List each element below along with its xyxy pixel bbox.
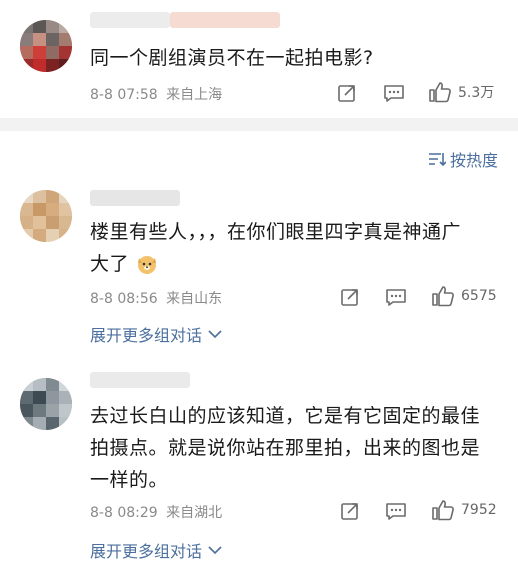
comment-text: 楼里有些人，，，在你们眼里四字真是神通广 大了 <box>90 216 510 280</box>
comment-text-line: 楼里有些人，，，在你们眼里四字真是神通广 <box>90 221 462 243</box>
share-button[interactable] <box>340 501 360 521</box>
share-icon <box>338 85 355 102</box>
comment-icon <box>384 85 404 102</box>
like-icon <box>432 286 454 307</box>
comment-button[interactable] <box>383 83 405 103</box>
section-divider <box>0 118 518 131</box>
share-button[interactable] <box>340 287 360 307</box>
sort-icon <box>429 153 446 167</box>
comment-meta: 8-8 07:58 来自上海 <box>90 84 222 104</box>
username-blurred[interactable] <box>90 190 180 206</box>
username-blurred[interactable] <box>90 372 190 388</box>
username-blurred[interactable] <box>90 12 170 28</box>
comment-text-line: 大了 <box>90 248 510 280</box>
like-count: 7952 <box>461 502 497 518</box>
comment-icon <box>386 289 406 306</box>
like-icon <box>432 500 454 521</box>
avatar[interactable] <box>20 378 72 430</box>
comment-time: 8-8 07:58 <box>90 87 158 103</box>
comment-time: 8-8 08:29 <box>90 505 158 521</box>
username-blurred <box>170 12 280 28</box>
comment-text-line: 拍摄点。就是说你站在那里拍，出来的图也是 <box>90 437 481 459</box>
comment-meta: 8-8 08:29 来自湖北 <box>90 502 222 522</box>
share-icon <box>341 289 358 306</box>
comment-text: 去过长白山的应该知道，它是有它固定的最佳 拍摄点。就是说你站在那里拍，出来的图也… <box>90 400 510 496</box>
comment-location: 来自山东 <box>166 291 223 307</box>
expand-conversation-label: 展开更多组对话 <box>90 542 203 561</box>
sort-toggle[interactable]: 按热度 <box>428 147 498 171</box>
share-icon <box>341 503 358 520</box>
like-icon <box>429 82 451 103</box>
like-button[interactable]: 5.3万 <box>428 81 494 103</box>
expand-conversation-link[interactable]: 展开更多组对话 <box>90 322 222 346</box>
comment-location: 来自湖北 <box>166 505 223 521</box>
comment-text-line: 去过长白山的应该知道，它是有它固定的最佳 <box>90 405 481 427</box>
comment-button[interactable] <box>385 501 407 521</box>
like-count: 6575 <box>461 288 497 304</box>
comment-meta: 8-8 08:56 来自山东 <box>90 288 222 308</box>
comment-button[interactable] <box>385 287 407 307</box>
like-button[interactable]: 7952 <box>431 499 497 521</box>
expand-conversation-label: 展开更多组对话 <box>90 326 203 345</box>
chevron-down-icon <box>208 546 222 555</box>
comment-time: 8-8 08:56 <box>90 291 158 307</box>
like-button[interactable]: 6575 <box>431 285 497 307</box>
comment-location: 来自上海 <box>166 87 223 103</box>
chevron-down-icon <box>208 330 222 339</box>
comment-text: 同一个剧组演员不在一起拍电影? <box>90 47 374 69</box>
comment-text-line-2: 大了 <box>90 253 130 275</box>
comment-icon <box>386 503 406 520</box>
expand-conversation-link[interactable]: 展开更多组对话 <box>90 538 222 562</box>
comment-text-line: 一样的。 <box>90 469 169 491</box>
avatar[interactable] <box>20 190 72 242</box>
emoji-dog-icon <box>138 256 157 274</box>
like-count: 5.3万 <box>458 85 495 101</box>
share-button[interactable] <box>337 83 357 103</box>
avatar[interactable] <box>20 20 72 72</box>
sort-label: 按热度 <box>450 151 499 170</box>
